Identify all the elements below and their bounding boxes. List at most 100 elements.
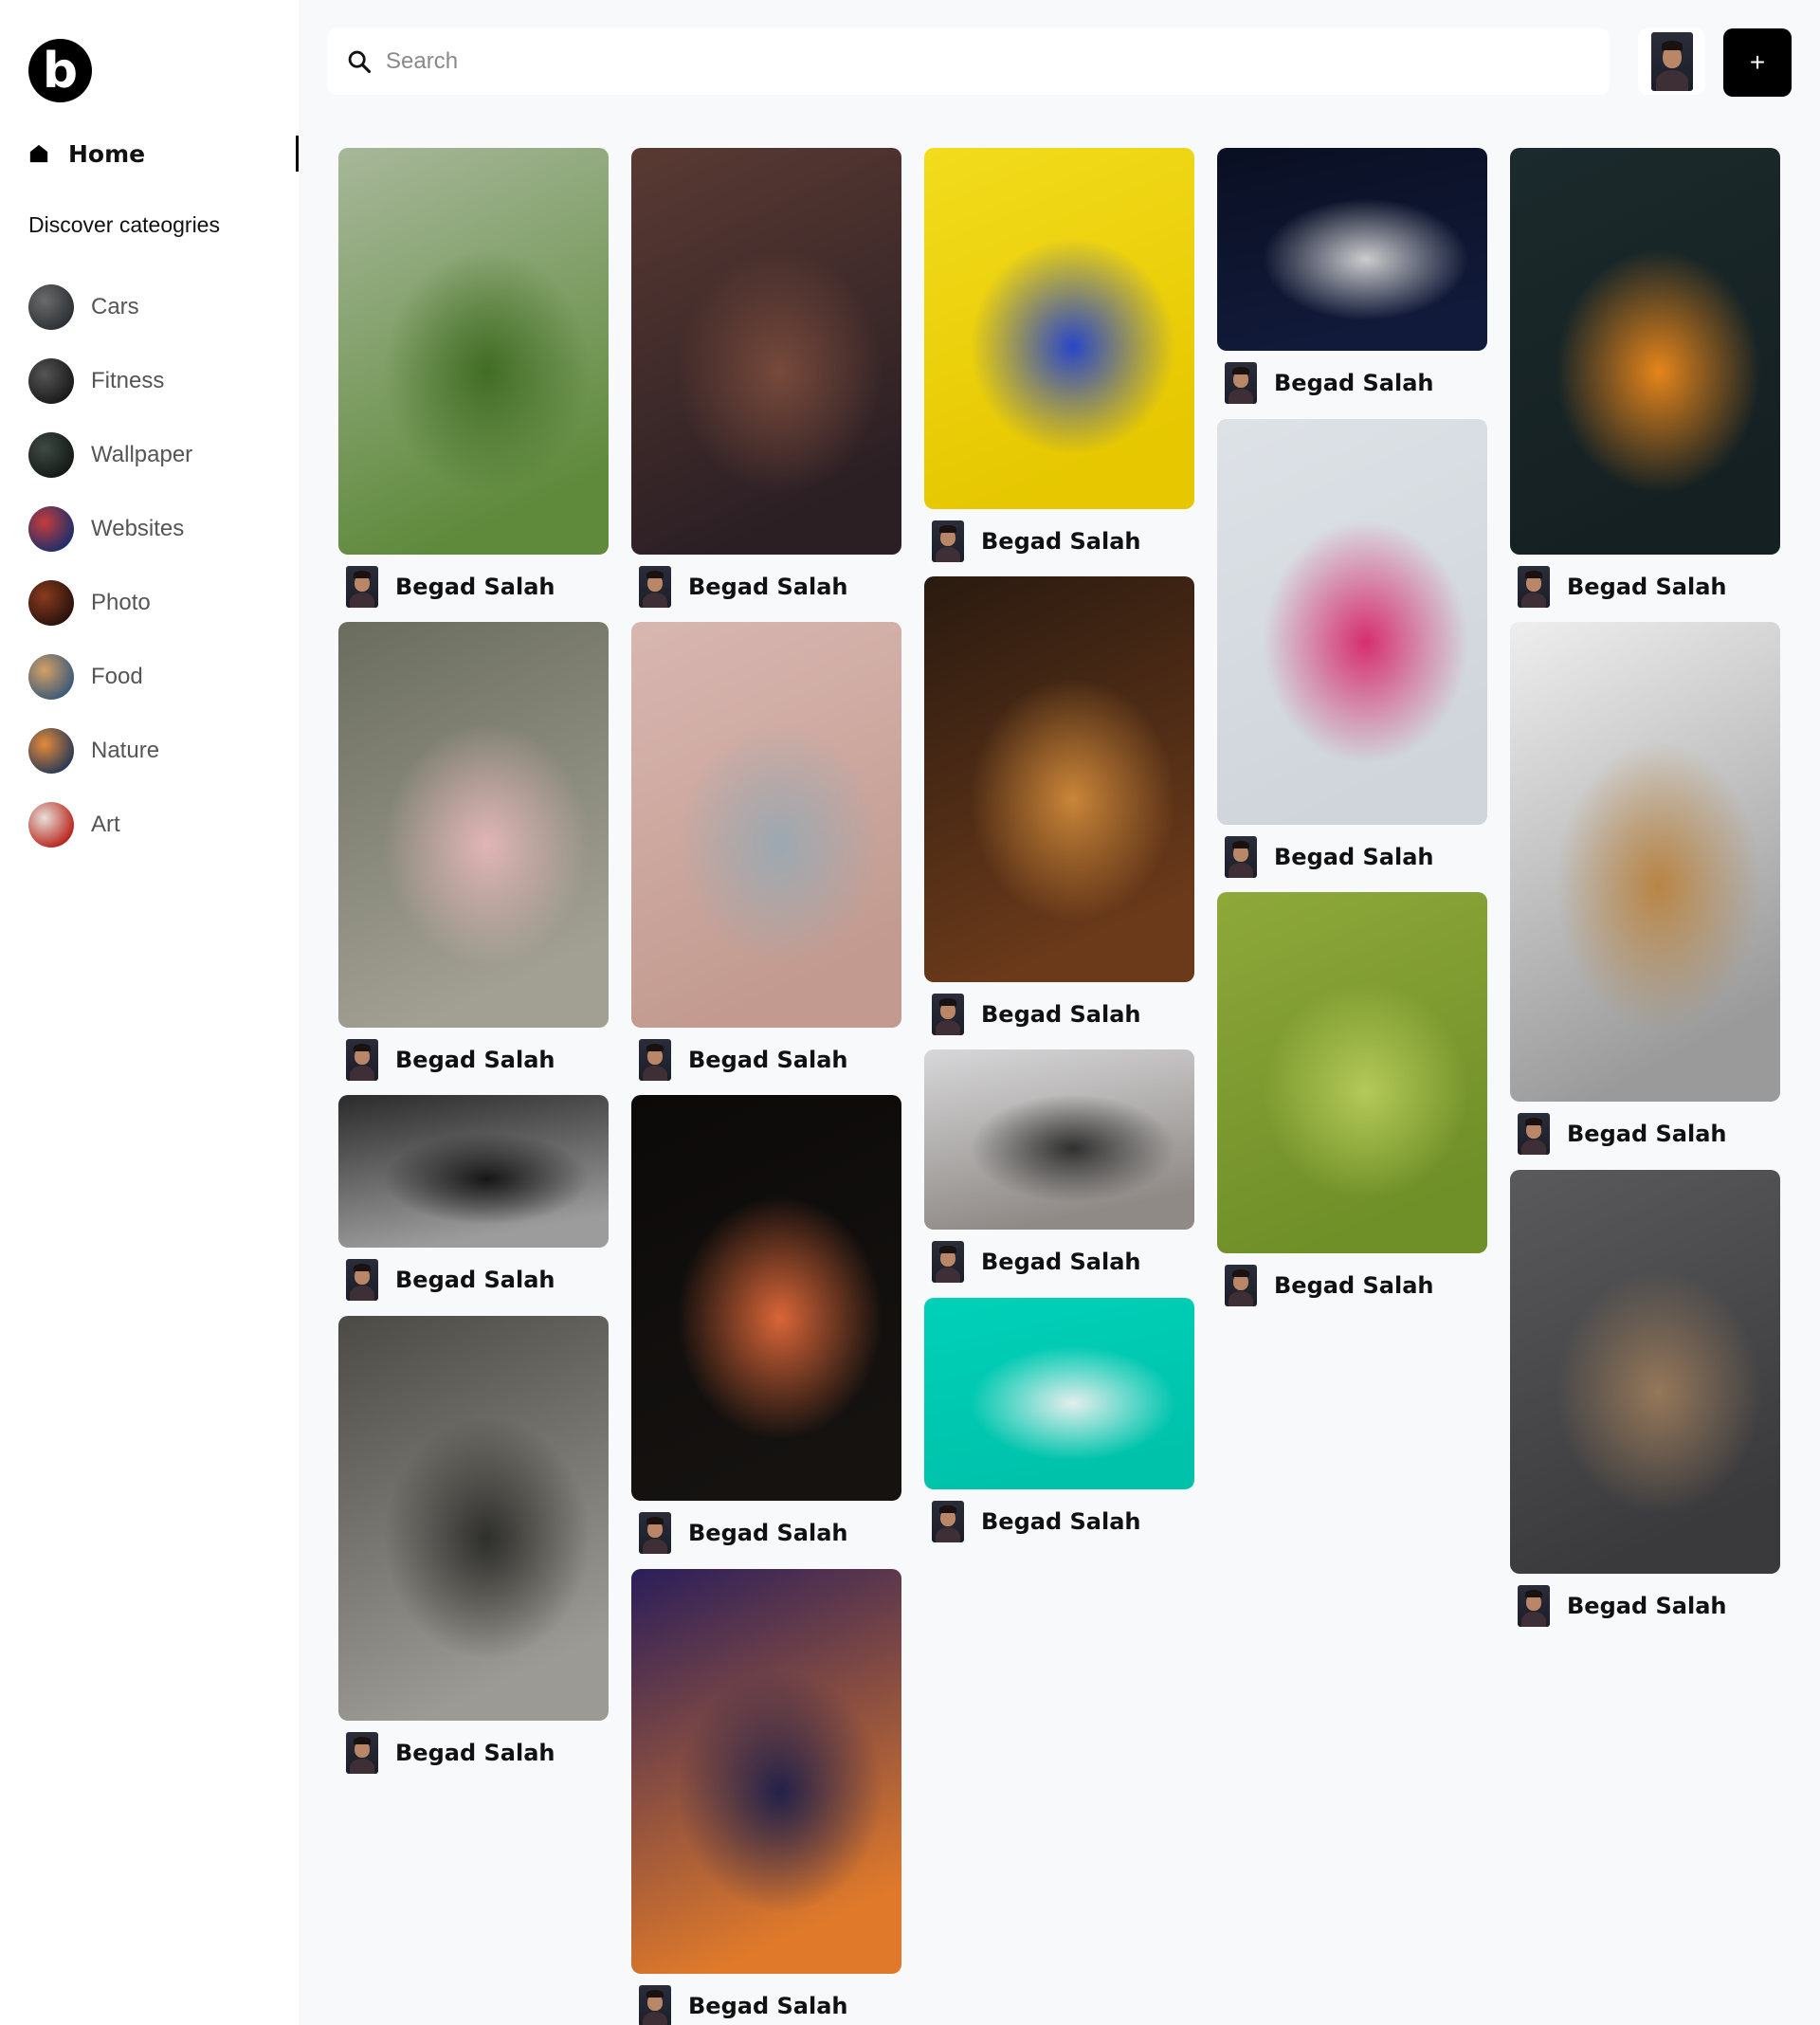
pin-author[interactable]: Begad Salah [631, 1039, 847, 1081]
pin-image-wrapper[interactable] [1510, 1170, 1780, 1574]
pin-image-wrapper[interactable] [1217, 148, 1487, 351]
pin-image-wrapper[interactable] [924, 148, 1194, 509]
pin-card[interactable]: Begad Salah [631, 1569, 901, 2025]
pin-image-wrapper[interactable] [924, 1049, 1194, 1230]
sidebar-item-art[interactable]: Art [28, 788, 275, 862]
pin-image-wrapper[interactable] [631, 1569, 901, 1974]
home-icon [29, 144, 48, 163]
pin-card[interactable]: Begad Salah [924, 1298, 1194, 1546]
pin-image [1510, 1170, 1780, 1574]
nav-home[interactable]: Home [28, 136, 299, 172]
pin-card[interactable]: Begad Salah [631, 148, 901, 611]
pin-author[interactable]: Begad Salah [631, 1985, 847, 2025]
pin-image [338, 1316, 609, 1721]
pin-card[interactable]: Begad Salah [1510, 622, 1780, 1158]
pin-card[interactable]: Begad Salah [924, 148, 1194, 566]
pin-author[interactable]: Begad Salah [1510, 566, 1726, 608]
sidebar-item-websites[interactable]: Websites [28, 492, 275, 566]
pin-author[interactable]: Begad Salah [631, 1512, 847, 1554]
pin-author[interactable]: Begad Salah [924, 994, 1140, 1035]
pin-author[interactable]: Begad Salah [1217, 836, 1433, 878]
pin-image-wrapper[interactable] [631, 1095, 901, 1501]
avatar [932, 994, 964, 1035]
pin-card[interactable]: Begad Salah [924, 576, 1194, 1039]
add-button[interactable]: + [1723, 28, 1792, 97]
pin-image-wrapper[interactable] [338, 148, 609, 555]
category-avatar [28, 802, 74, 848]
pin-image-wrapper[interactable] [338, 622, 609, 1028]
avatar [1650, 32, 1693, 91]
sidebar-item-label: Fitness [91, 368, 165, 393]
avatar [1518, 1585, 1550, 1627]
author-name: Begad Salah [1567, 574, 1727, 600]
sidebar-item-more[interactable] [28, 862, 275, 867]
category-avatar [28, 580, 74, 626]
pin-author[interactable]: Begad Salah [1217, 1265, 1433, 1306]
sidebar-item-nature[interactable]: Nature [28, 714, 275, 788]
avatar [346, 566, 378, 608]
pin-image-wrapper[interactable] [338, 1095, 609, 1248]
search-input[interactable] [386, 48, 1523, 75]
pin-card[interactable]: Begad Salah [1217, 892, 1487, 1310]
logo[interactable]: b [28, 39, 92, 102]
pin-card[interactable]: Begad Salah [1217, 148, 1487, 408]
sidebar-item-food[interactable]: Food [28, 640, 275, 714]
pin-image [338, 622, 609, 1028]
pin-card[interactable]: Begad Salah [338, 622, 609, 1085]
pin-card[interactable]: Begad Salah [631, 622, 901, 1085]
pin-author[interactable]: Begad Salah [338, 1732, 555, 1774]
author-name: Begad Salah [981, 1508, 1141, 1535]
author-name: Begad Salah [1567, 1593, 1727, 1619]
avatar [1225, 836, 1257, 878]
pin-image-wrapper[interactable] [631, 148, 901, 555]
pin-image [924, 1298, 1194, 1489]
pin-image-wrapper[interactable] [1217, 892, 1487, 1253]
category-avatar [28, 654, 74, 700]
sidebar-item-fitness[interactable]: Fitness [28, 344, 275, 418]
pin-card[interactable]: Begad Salah [1217, 419, 1487, 882]
pin-author[interactable]: Begad Salah [1217, 362, 1433, 404]
pin-author[interactable]: Begad Salah [338, 1039, 555, 1081]
pin-author[interactable]: Begad Salah [924, 1501, 1140, 1542]
pin-card[interactable]: Begad Salah [338, 148, 609, 611]
pin-image-wrapper[interactable] [1510, 622, 1780, 1102]
pin-image-wrapper[interactable] [924, 576, 1194, 982]
pin-image [1510, 622, 1780, 1102]
sidebar-item-wallpaper[interactable]: Wallpaper [28, 418, 275, 492]
author-name: Begad Salah [688, 1520, 848, 1546]
pin-author[interactable]: Begad Salah [1510, 1113, 1726, 1155]
sidebar-item-label: Art [91, 812, 120, 837]
pin-author[interactable]: Begad Salah [924, 520, 1140, 562]
category-list: Cars Fitness Wallpaper Websites Photo Food Nat… [28, 270, 275, 867]
pin-image-wrapper[interactable] [338, 1316, 609, 1721]
sidebar-item-photo[interactable]: Photo [28, 566, 275, 640]
profile-button[interactable] [1638, 28, 1705, 95]
pin-author[interactable]: Begad Salah [924, 1241, 1140, 1283]
pin-image-wrapper[interactable] [1217, 419, 1487, 825]
pin-author[interactable]: Begad Salah [338, 1259, 555, 1301]
sidebar-item-label: Food [91, 664, 143, 689]
pin-author[interactable]: Begad Salah [338, 566, 555, 608]
pin-image-wrapper[interactable] [924, 1298, 1194, 1489]
pin-image [924, 148, 1194, 509]
author-name: Begad Salah [981, 1249, 1141, 1275]
search-bar[interactable] [327, 28, 1610, 95]
sidebar-item-cars[interactable]: Cars [28, 270, 275, 344]
pin-image-wrapper[interactable] [631, 622, 901, 1028]
pin-card[interactable]: Begad Salah [338, 1316, 609, 1778]
search-icon [348, 50, 372, 74]
pin-card[interactable]: Begad Salah [924, 1049, 1194, 1286]
pin-author[interactable]: Begad Salah [1510, 1585, 1726, 1627]
pin-card[interactable]: Begad Salah [631, 1095, 901, 1558]
pin-image-wrapper[interactable] [1510, 148, 1780, 555]
pin-author[interactable]: Begad Salah [631, 566, 847, 608]
sidebar: b Home Discover cateogries Cars Fitness Wa… [0, 0, 299, 2025]
avatar [1225, 1265, 1257, 1306]
discover-categories-title: Discover cateogries [28, 212, 220, 237]
logo-letter: b [42, 42, 79, 100]
pin-image [631, 622, 901, 1028]
pin-card[interactable]: Begad Salah [1510, 1170, 1780, 1631]
pin-card[interactable]: Begad Salah [338, 1095, 609, 1304]
pin-card[interactable]: Begad Salah [1510, 148, 1780, 611]
author-name: Begad Salah [688, 1047, 848, 1073]
